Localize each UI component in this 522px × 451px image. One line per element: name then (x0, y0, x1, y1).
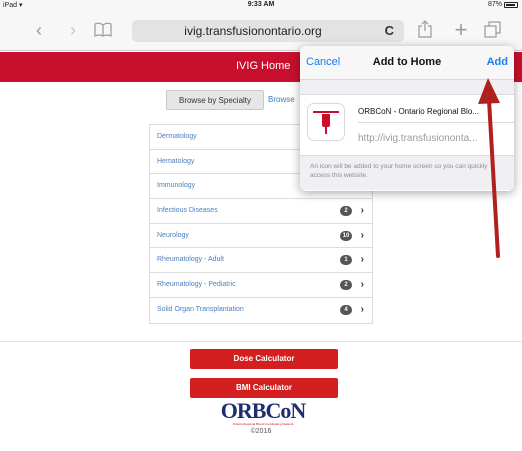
divider (0, 341, 522, 342)
add-to-home-popover: Cancel Add to Home Add ORBCoN - Ontario … (300, 46, 514, 191)
address-bar[interactable]: ivig.transfusionontario.org C (132, 20, 404, 42)
shortcut-name-field[interactable]: ORBCoN - Ontario Regional Blo... (358, 107, 508, 116)
new-tab-icon[interactable]: + (450, 19, 472, 41)
reload-icon[interactable]: C (385, 23, 394, 38)
specialty-row[interactable]: Rheumatology - Pediatric 2 › (150, 273, 372, 298)
add-button[interactable]: Add (487, 56, 508, 68)
battery-icon (504, 1, 518, 8)
popover-note: An icon will be added to your home scree… (310, 163, 488, 179)
specialty-row[interactable]: Rheumatology - Adult 1 › (150, 248, 372, 274)
shortcut-url: http://ivig.transfusiononta... (358, 133, 478, 144)
popover-header: Cancel Add to Home Add (300, 46, 514, 80)
back-icon[interactable]: ‹ (28, 19, 50, 41)
header-title[interactable]: IVIG Home (236, 60, 290, 72)
specialty-row[interactable]: Infectious Diseases 2 › (150, 199, 372, 224)
bookmarks-icon[interactable] (92, 19, 114, 41)
chevron-right-icon: › (360, 279, 364, 291)
status-bar: iPad ▾ 9:33 AM 87% (0, 0, 522, 11)
chevron-right-icon: › (360, 205, 364, 217)
tab-browse-by-specialty[interactable]: Browse by Specialty (166, 90, 264, 110)
logo-text: ORBCoN (220, 398, 306, 423)
specialty-row[interactable]: Neurology 10 › (150, 223, 372, 249)
card-divider (358, 122, 514, 123)
battery-percent: 87% (487, 1, 502, 8)
specialty-label: Solid Organ Transplantation (157, 305, 244, 313)
specialty-label: Rheumatology - Pediatric (157, 281, 236, 289)
count-badge: 2 (340, 206, 352, 217)
popover-body: ORBCoN - Ontario Regional Blo... http://… (300, 80, 514, 190)
tabs-icon[interactable] (482, 19, 504, 41)
copyright: ©2016 (250, 428, 272, 435)
share-icon[interactable] (414, 19, 436, 41)
specialty-label: Neurology (157, 231, 189, 239)
status-time: 9:33 AM (247, 1, 275, 8)
specialty-label: Rheumatology - Adult (157, 256, 224, 264)
forward-icon[interactable]: › (62, 19, 84, 41)
orbcon-logo: ORBCoN Ontario Regional Blood Coordinati… (218, 400, 308, 428)
chevron-right-icon: › (360, 303, 364, 315)
specialty-row[interactable]: Solid Organ Transplantation 4 › (150, 297, 372, 323)
specialty-label: Dermatology (157, 133, 197, 140)
browser-toolbar: ‹ › ivig.transfusionontario.org C + (0, 11, 522, 51)
specialty-label: Hematology (157, 157, 195, 165)
count-badge: 2 (340, 280, 352, 291)
url-text: ivig.transfusionontario.org (184, 24, 322, 38)
status-battery: 87% (488, 1, 518, 8)
specialty-label: Immunology (157, 182, 196, 190)
chevron-right-icon: › (360, 229, 364, 241)
count-badge: 1 (340, 255, 352, 266)
chevron-right-icon: › (360, 254, 364, 266)
popover-title: Add to Home (372, 56, 442, 68)
specialty-label: Infectious Diseases (157, 207, 218, 215)
shortcut-card: ORBCoN - Ontario Regional Blo... http://… (300, 94, 514, 156)
dose-calculator-button[interactable]: Dose Calculator (190, 349, 338, 369)
count-badge: 10 (340, 230, 352, 241)
bmi-calculator-button[interactable]: BMI Calculator (190, 378, 338, 398)
count-badge: 4 (340, 304, 352, 315)
app-icon (307, 103, 345, 141)
